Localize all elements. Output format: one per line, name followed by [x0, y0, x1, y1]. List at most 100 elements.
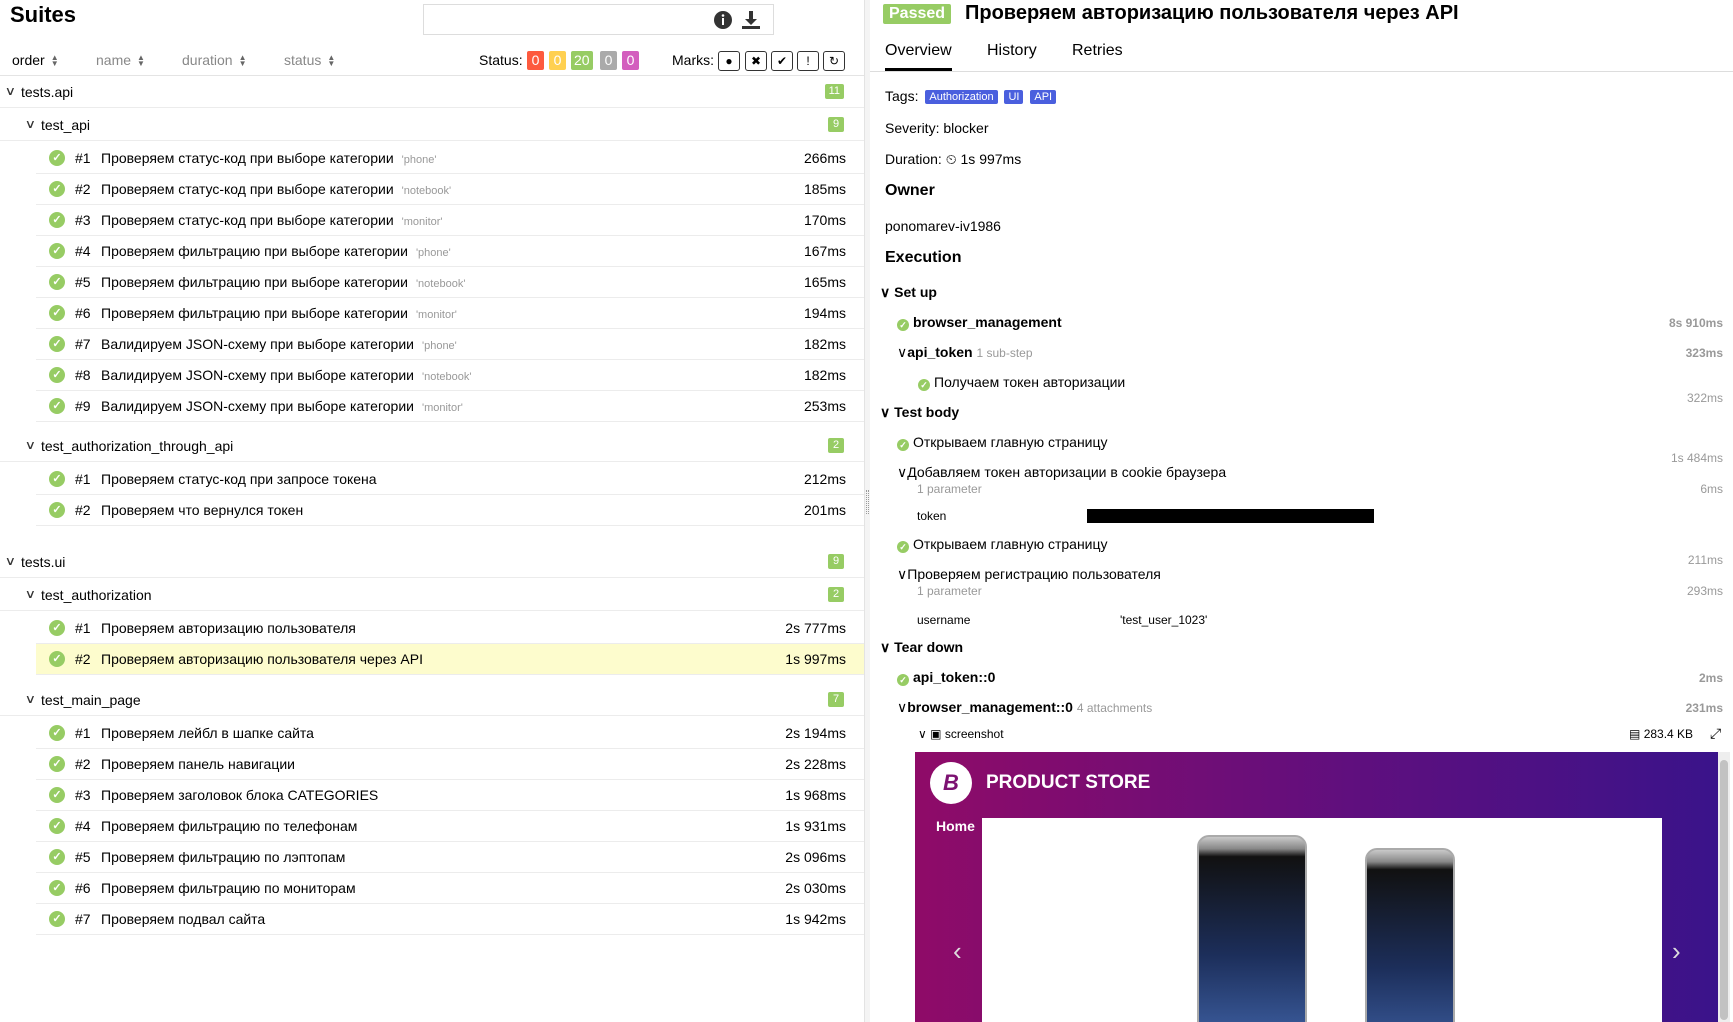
- scrollbar[interactable]: [1718, 752, 1730, 1022]
- sort-duration[interactable]: duration ▲ ▼: [182, 52, 247, 68]
- passed-icon: ✓: [897, 439, 909, 451]
- sort-status[interactable]: status ▲ ▼: [284, 52, 335, 68]
- step-open-main[interactable]: ✓ Открываем главную страницу: [897, 434, 1108, 451]
- chevron-down-icon: ∨: [24, 117, 37, 131]
- test-row[interactable]: ✓ #2 Проверяем панель навигации 2s 228ms: [36, 749, 864, 780]
- step-get-token[interactable]: ✓ Получаем токен авторизации: [918, 374, 1125, 391]
- tab-overview[interactable]: Overview: [885, 42, 952, 71]
- duration-value: 1s 997ms: [960, 151, 1022, 167]
- passed-icon: ✓: [49, 243, 65, 259]
- fixture-api-token-teardown[interactable]: ✓ api_token::0: [897, 669, 995, 686]
- test-row[interactable]: ✓ #1 Проверяем авторизацию пользователя 2s …: [36, 613, 864, 644]
- download-icon[interactable]: [740, 9, 762, 31]
- fixture-browser-management[interactable]: ✓ browser_management: [897, 314, 1062, 331]
- chevron-down-icon: ∨: [880, 404, 891, 420]
- test-row[interactable]: ✓ #1 Проверяем статус-код при выборе катег…: [36, 143, 864, 174]
- group-row[interactable]: ∨ tests.ui 9: [0, 547, 864, 578]
- chevron-down-icon: ∨: [897, 699, 908, 715]
- group-row[interactable]: ∨ test_authorization_through_api 2: [0, 431, 864, 462]
- sort-bar: order ▲ ▼ name ▲ ▼ duration ▲ ▼ status ▲ ▼ Statu…: [0, 48, 864, 76]
- status-passed-toggle[interactable]: 20: [571, 51, 593, 70]
- passed-icon: ✓: [49, 502, 65, 518]
- test-row[interactable]: ✓ #4 Проверяем фильтрацию по телефонам 1s 9…: [36, 811, 864, 842]
- setup-section[interactable]: ∨ Set up: [880, 284, 937, 301]
- passed-icon: ✓: [897, 319, 909, 331]
- info-circle-icon[interactable]: !: [797, 51, 819, 71]
- test-row[interactable]: ✓ #3 Проверяем заголовок блока CATEGORIES 1…: [36, 780, 864, 811]
- step-duration: 231ms: [1685, 701, 1723, 715]
- test-duration: 1s 968ms: [785, 787, 846, 803]
- image-file-icon: ▣: [930, 727, 942, 741]
- group-row[interactable]: ∨ test_authorization 2: [0, 580, 864, 611]
- status-skipped-toggle[interactable]: 0: [600, 51, 617, 70]
- tab-retries[interactable]: Retries: [1072, 42, 1123, 68]
- status-failed-toggle[interactable]: 0: [527, 51, 544, 70]
- test-duration: 2s 777ms: [785, 620, 846, 636]
- sort-name[interactable]: name ▲ ▼: [96, 52, 145, 68]
- test-name: Проверяем статус-код при запросе токена: [101, 471, 377, 487]
- param-value: 'test_user_1023': [1120, 613, 1208, 627]
- teardown-section[interactable]: ∨ Tear down: [880, 639, 963, 656]
- test-row[interactable]: ✓ #6 Проверяем фильтрацию при выборе катег…: [36, 298, 864, 329]
- group-row[interactable]: ∨ test_main_page 7: [0, 685, 864, 716]
- step-open-main-2[interactable]: ✓ Открываем главную страницу: [897, 536, 1108, 553]
- test-body-section[interactable]: ∨ Test body: [880, 404, 959, 421]
- bomb-icon[interactable]: ●: [718, 51, 740, 71]
- count-badge: 9: [828, 554, 844, 569]
- attachment-screenshot[interactable]: ∨ ▣ screenshot: [918, 727, 1004, 741]
- test-number: #2: [75, 651, 91, 667]
- sort-order[interactable]: order ▲ ▼: [12, 52, 59, 68]
- passed-icon: ✓: [49, 756, 65, 772]
- test-number: #4: [75, 243, 91, 259]
- test-row[interactable]: ✓ #5 Проверяем фильтрацию при выборе катег…: [36, 267, 864, 298]
- chevron-down-icon: ∨: [24, 438, 37, 452]
- status-badge: Passed: [883, 4, 952, 24]
- step-check-registration[interactable]: ∨Проверяем регистрацию пользователя: [897, 566, 1161, 583]
- fixture-browser-management-teardown[interactable]: ∨browser_management::0 4 attachments: [897, 699, 1152, 716]
- group-row[interactable]: ∨ test_api 9: [0, 110, 864, 141]
- expand-icon[interactable]: ⤢: [1710, 725, 1721, 742]
- sort-arrows-icon: ▲ ▼: [238, 53, 247, 69]
- test-row[interactable]: ✓ #1 Проверяем статус-код при запросе токе…: [36, 464, 864, 495]
- retry-icon[interactable]: ↻: [823, 51, 845, 71]
- passed-icon: ✓: [49, 651, 65, 667]
- chevron-down-icon: ∨: [880, 284, 891, 300]
- test-row[interactable]: ✓ #5 Проверяем фильтрацию по лэптопам 2s 09…: [36, 842, 864, 873]
- test-row[interactable]: ✓ #1 Проверяем лейбл в шапке сайта 2s 194ms: [36, 718, 864, 749]
- test-row[interactable]: ✓ #6 Проверяем фильтрацию по мониторам 2s 0…: [36, 873, 864, 904]
- test-number: #9: [75, 398, 91, 414]
- test-row[interactable]: ✓ #7 Проверяем подвал сайта 1s 942ms: [36, 904, 864, 935]
- phone-image: [1365, 848, 1455, 1022]
- fixture-api-token[interactable]: ∨api_token 1 sub-step: [897, 344, 1033, 361]
- check-circle-icon[interactable]: ✔: [771, 51, 793, 71]
- test-row[interactable]: ✓ #2 Проверяем статус-код при выборе катег…: [36, 174, 864, 205]
- info-icon[interactable]: [712, 9, 734, 31]
- test-duration: 2s 096ms: [785, 849, 846, 865]
- status-broken-toggle[interactable]: 0: [549, 51, 566, 70]
- passed-icon: ✓: [49, 212, 65, 228]
- step-add-cookie[interactable]: ∨Добавляем токен авторизации в cookie бр…: [897, 464, 1226, 481]
- test-row[interactable]: ✓ #4 Проверяем фильтрацию при выборе катег…: [36, 236, 864, 267]
- group-row[interactable]: ∨ tests.api 11: [0, 77, 864, 108]
- splitter-grip[interactable]: [866, 490, 869, 514]
- passed-icon: ✓: [49, 880, 65, 896]
- x-circle-icon[interactable]: ✖: [745, 51, 767, 71]
- test-row[interactable]: ✓ #7 Валидируем JSON-схему при выборе кате…: [36, 329, 864, 360]
- store-nav-home: Home: [936, 818, 975, 834]
- test-name: Проверяем панель навигации: [101, 756, 296, 772]
- test-row[interactable]: ✓ #8 Валидируем JSON-схему при выборе кате…: [36, 360, 864, 391]
- test-row[interactable]: ✓ #2 Проверяем что вернулся токен 201ms: [36, 495, 864, 526]
- tags-row: Tags: Authorization UI API: [885, 88, 1057, 105]
- passed-icon: ✓: [49, 818, 65, 834]
- status-unknown-toggle[interactable]: 0: [622, 51, 639, 70]
- test-number: #6: [75, 305, 91, 321]
- suites-panel: Suites order ▲ ▼ name ▲ ▼ duration ▲ ▼ status ▲…: [0, 0, 864, 1022]
- chevron-down-icon: ∨: [24, 692, 37, 706]
- test-number: #1: [75, 150, 91, 166]
- test-row-selected[interactable]: ✓ #2 Проверяем авторизацию пользователя че…: [36, 644, 864, 675]
- tab-history[interactable]: History: [987, 42, 1037, 68]
- test-row[interactable]: ✓ #3 Проверяем статус-код при выборе катег…: [36, 205, 864, 236]
- test-row[interactable]: ✓ #9 Валидируем JSON-схему при выборе кате…: [36, 391, 864, 422]
- scrollbar-thumb[interactable]: [1720, 760, 1728, 1020]
- step-duration: 211ms: [1687, 553, 1723, 567]
